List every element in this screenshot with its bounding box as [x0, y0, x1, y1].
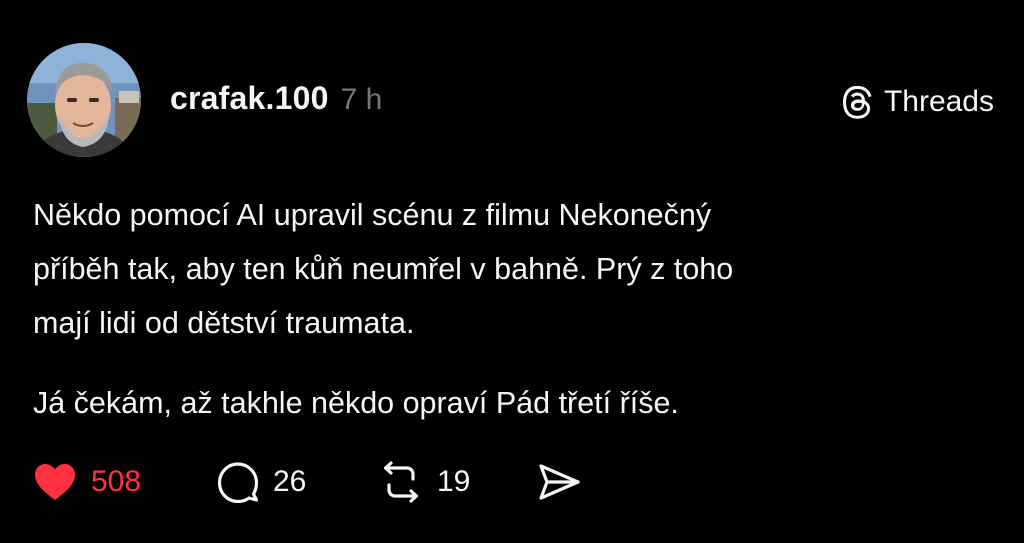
like-button[interactable]: 508 [33, 462, 183, 502]
repost-count: 19 [437, 465, 471, 498]
repost-icon [383, 461, 419, 503]
post-body: Někdo pomocí AI upravil scénu z filmu Ne… [33, 188, 993, 430]
post-header: crafak.100 7 h [170, 80, 382, 124]
post-actions: 508 26 19 [33, 458, 581, 506]
avatar[interactable] [27, 43, 141, 157]
threads-logo-icon [842, 85, 872, 119]
heart-icon [35, 464, 75, 500]
share-button[interactable] [537, 462, 581, 502]
like-count: 508 [91, 465, 142, 498]
send-icon [539, 464, 580, 500]
repost-button[interactable]: 19 [379, 461, 537, 503]
threads-post: crafak.100 7 h Threads Někdo pomocí AI u… [0, 0, 1024, 543]
post-paragraph-2: Já čekám, až takhle někdo opraví Pád tře… [33, 386, 679, 420]
threads-brand[interactable]: Threads [840, 82, 994, 122]
reply-button[interactable]: 26 [217, 461, 379, 503]
post-paragraph-1: Někdo pomocí AI upravil scénu z filmu Ne… [33, 198, 734, 340]
profile-photo [27, 43, 141, 157]
timestamp: 7 h [340, 83, 383, 116]
username[interactable]: crafak.100 [170, 80, 329, 117]
threads-brand-label: Threads [883, 85, 994, 118]
reply-count: 26 [273, 465, 307, 498]
comment-bubble-icon [217, 462, 259, 503]
